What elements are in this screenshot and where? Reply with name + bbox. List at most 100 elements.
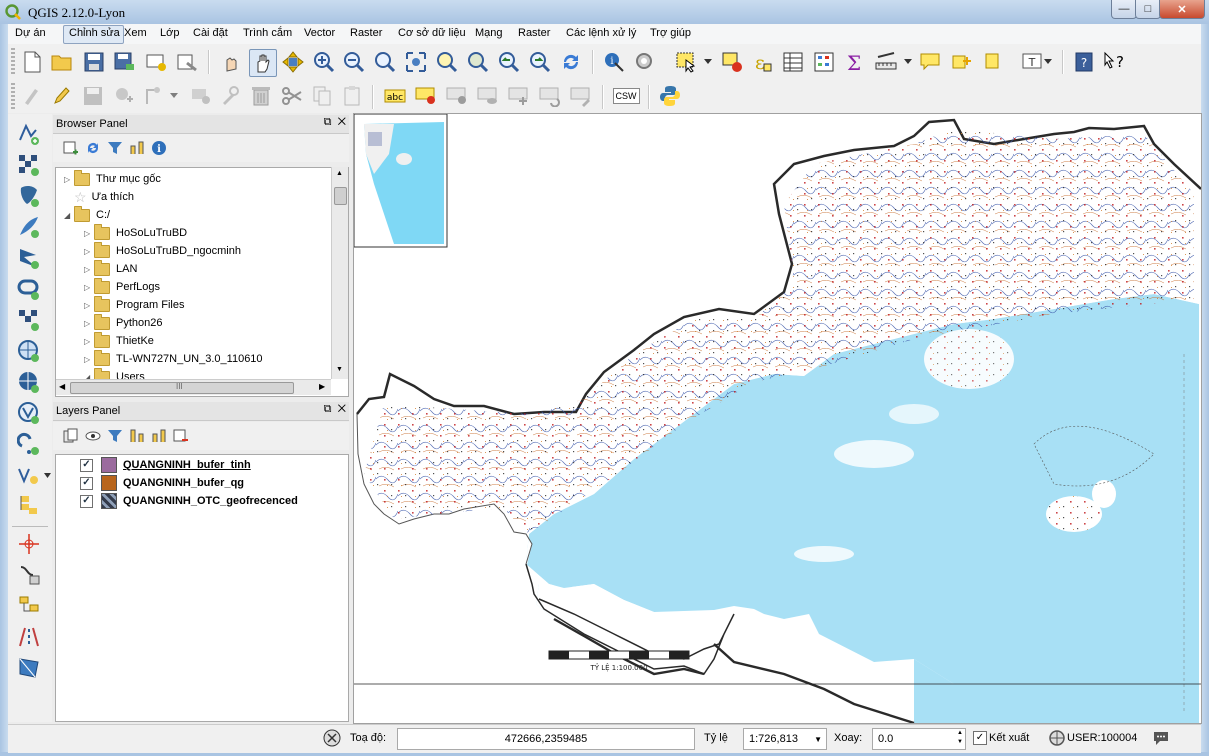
composer-manager-icon[interactable]: [175, 50, 199, 74]
new-project-icon[interactable]: [20, 50, 44, 74]
menu-layer[interactable]: Lớp: [160, 27, 179, 39]
coordinate-capture-icon[interactable]: [17, 594, 41, 618]
mouse-coordinate-icon[interactable]: [322, 728, 342, 748]
paste-features-icon[interactable]: [340, 84, 364, 108]
add-wcs-layer-icon[interactable]: [17, 339, 41, 363]
menu-project[interactable]: Dự án: [15, 27, 46, 39]
layer-labeling-icon[interactable]: abc: [383, 84, 407, 108]
filter-icon[interactable]: [103, 136, 127, 160]
layers-panel-header[interactable]: Layers Panel ⧉ ✕: [53, 402, 349, 421]
tree-item-folder[interactable]: ▷ TL-WN727N_UN_3.0_110610: [84, 349, 263, 368]
close-panel-button[interactable]: ✕: [338, 403, 346, 415]
run-feature-action-icon[interactable]: [633, 50, 657, 74]
map-canvas[interactable]: TỶ LỆ 1:100.000: [353, 113, 1202, 724]
new-bookmark-icon[interactable]: [949, 50, 973, 74]
expand-arrow-icon[interactable]: ▷: [84, 337, 94, 346]
scroll-up-icon[interactable]: ▲: [336, 170, 343, 177]
tree-item-folder[interactable]: ▷ Python26: [84, 313, 162, 332]
crs-label[interactable]: USER:100004: [1067, 732, 1137, 744]
chevron-down-icon[interactable]: ▼: [814, 735, 822, 744]
new-shapefile-icon[interactable]: [17, 463, 41, 487]
browser-vertical-scrollbar[interactable]: ▲ ▼: [331, 167, 348, 379]
menu-edit[interactable]: Chỉnh sửa: [69, 27, 120, 39]
chevron-down-icon[interactable]: [902, 50, 914, 74]
expand-arrow-icon[interactable]: ▷: [84, 319, 94, 328]
measure-line-icon[interactable]: [874, 50, 898, 74]
text-annotation-icon[interactable]: T: [1020, 50, 1044, 74]
trash-icon[interactable]: [249, 84, 273, 108]
georeferencer-crosshair-icon[interactable]: [17, 532, 41, 556]
menu-processing[interactable]: Các lệnh xử lý: [566, 27, 636, 39]
pan-map-icon[interactable]: [249, 49, 277, 77]
menu-plugins[interactable]: Trình cắm: [243, 27, 292, 39]
chevron-down-icon[interactable]: [702, 50, 714, 74]
map-tips-icon[interactable]: [918, 50, 942, 74]
delete-selected-wrench-icon[interactable]: [218, 84, 242, 108]
add-wfs-layer-icon[interactable]: [17, 370, 41, 394]
toggle-editing-pencil-icon[interactable]: [50, 84, 74, 108]
road-graph-icon[interactable]: [17, 625, 41, 649]
csw-client-icon[interactable]: CSW: [612, 84, 640, 108]
menu-view[interactable]: Xem: [124, 27, 147, 39]
collapse-arrow-icon[interactable]: ◢: [64, 211, 74, 220]
field-calculator-icon[interactable]: [812, 50, 836, 74]
save-edits-icon[interactable]: [81, 84, 105, 108]
float-panel-button[interactable]: ⧉: [324, 116, 332, 128]
refresh-icon[interactable]: [81, 136, 105, 160]
tree-item-folder[interactable]: ▷ ThietKe: [84, 331, 154, 350]
maximize-button[interactable]: □: [1135, 0, 1161, 19]
tree-item-home[interactable]: ▷ Thư mục gốc: [64, 169, 161, 188]
add-raster-layer-icon[interactable]: [17, 153, 41, 177]
browser-panel-header[interactable]: Browser Panel ⧉ ✕: [53, 115, 349, 134]
zoom-next-icon[interactable]: [528, 50, 552, 74]
pan-to-selection-icon[interactable]: [281, 50, 305, 74]
float-panel-button[interactable]: ⧉: [324, 403, 332, 415]
add-wms-layer-icon[interactable]: [17, 308, 41, 332]
tree-item-folder[interactable]: ▷ Program Files: [84, 295, 184, 314]
minimize-button[interactable]: —: [1111, 0, 1137, 19]
save-project-icon[interactable]: [82, 50, 106, 74]
python-console-icon[interactable]: [658, 84, 682, 108]
help-book-icon[interactable]: ?: [1072, 50, 1096, 74]
label-show-hide-icon[interactable]: [476, 84, 500, 108]
zoom-out-icon[interactable]: [342, 50, 366, 74]
add-wmts-layer-icon[interactable]: [17, 401, 41, 425]
menu-settings[interactable]: Cài đặt: [193, 27, 228, 39]
add-selected-layer-icon[interactable]: [59, 136, 83, 160]
statistics-sigma-icon[interactable]: Σ: [843, 50, 867, 74]
save-as-icon[interactable]: [113, 50, 137, 74]
chevron-down-icon[interactable]: [42, 463, 52, 487]
whats-this-icon[interactable]: ?: [1102, 50, 1126, 74]
expand-arrow-icon[interactable]: ▷: [84, 301, 94, 310]
tree-item-favourites[interactable]: ☆ Ưa thích: [64, 188, 134, 206]
scroll-down-icon[interactable]: ▼: [336, 366, 343, 373]
label-change-icon[interactable]: [569, 84, 593, 108]
rotation-spinbox[interactable]: 0.0 ▲ ▼: [872, 728, 966, 750]
browser-horizontal-scrollbar[interactable]: ◀ III ▶: [56, 379, 331, 395]
close-window-button[interactable]: ✕: [1159, 0, 1205, 19]
menu-vector[interactable]: Vector: [304, 27, 335, 39]
tree-item-folder[interactable]: ▷ LAN: [84, 259, 137, 278]
render-checkbox[interactable]: ✓: [973, 731, 987, 745]
expression-select-icon[interactable]: ε: [750, 50, 774, 74]
node-tool-icon[interactable]: [188, 84, 212, 108]
deselect-all-icon[interactable]: [720, 50, 744, 74]
menu-raster[interactable]: Raster: [350, 27, 382, 39]
menu-database[interactable]: Cơ sở dữ liệu: [398, 27, 466, 39]
label-rotate-icon[interactable]: [538, 84, 562, 108]
tree-item-folder[interactable]: ▷ PerfLogs: [84, 277, 160, 296]
menu-raster-2[interactable]: Raster: [518, 27, 550, 39]
scroll-thumb[interactable]: [334, 187, 347, 205]
collapse-all-icon[interactable]: [125, 136, 149, 160]
label-pin-icon[interactable]: [414, 84, 438, 108]
add-spatialite-layer-icon[interactable]: [17, 215, 41, 239]
move-feature-icon[interactable]: [143, 84, 167, 108]
zoom-to-layer-icon[interactable]: [466, 50, 490, 74]
copy-features-icon[interactable]: [310, 84, 334, 108]
toolbar-grip[interactable]: [11, 48, 15, 76]
scroll-right-icon[interactable]: ▶: [319, 382, 325, 391]
menu-help[interactable]: Trợ giúp: [650, 27, 691, 39]
scroll-left-icon[interactable]: ◀: [59, 382, 65, 391]
identify-features-icon[interactable]: i: [602, 50, 626, 74]
expand-all-icon[interactable]: [125, 424, 149, 448]
